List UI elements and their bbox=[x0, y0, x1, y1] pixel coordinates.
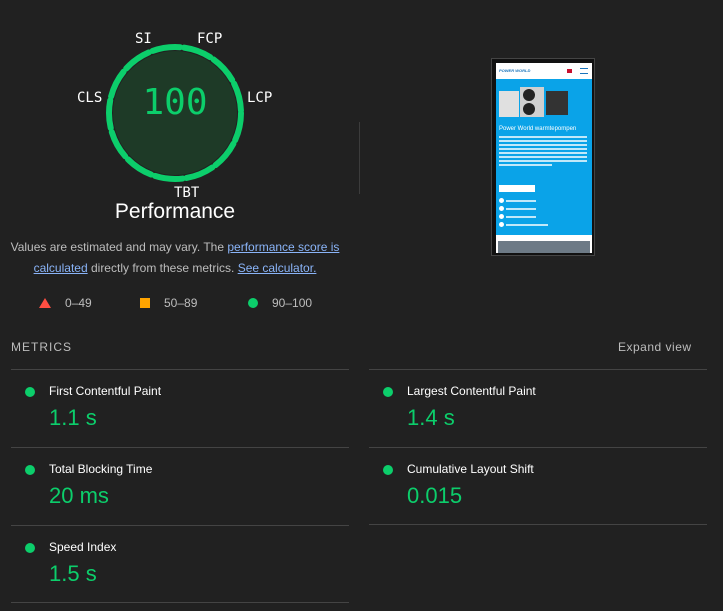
metric-name: Largest Contentful Paint bbox=[407, 384, 536, 398]
text-line bbox=[499, 160, 587, 162]
gauge-label-lcp: LCP bbox=[247, 90, 273, 106]
gauge-score: 100 bbox=[142, 82, 208, 123]
text-line bbox=[506, 199, 536, 202]
pass-status-icon bbox=[25, 387, 35, 397]
heat-pump-image bbox=[499, 91, 519, 117]
flag-icon bbox=[567, 69, 572, 73]
bullet-item bbox=[499, 198, 548, 203]
thumbnail-hero: Power World warmtepompen bbox=[496, 79, 592, 235]
metric-name: Total Blocking Time bbox=[49, 462, 153, 476]
description-text-middle: directly from these metrics. bbox=[87, 261, 238, 275]
pass-status-icon bbox=[25, 543, 35, 553]
text-line bbox=[499, 156, 587, 158]
description-text-start: Values are estimated and may vary. The bbox=[10, 240, 228, 254]
metric-largest-contentful-paint: Largest Contentful Paint 1.4 s bbox=[369, 370, 707, 447]
metric-value: 1.4 s bbox=[407, 405, 455, 430]
gauge-title: Performance bbox=[114, 200, 236, 223]
legend-item-pass: 90–100 bbox=[248, 296, 312, 310]
calculator-link[interactable]: See calculator. bbox=[238, 261, 317, 275]
page-screenshot-thumbnail[interactable]: POWER WORLD Power World warmtepompen bbox=[491, 58, 595, 256]
text-line bbox=[506, 207, 536, 210]
triangle-icon bbox=[39, 298, 51, 308]
text-line bbox=[499, 152, 587, 154]
circle-icon bbox=[248, 298, 258, 308]
bullet-item bbox=[499, 222, 548, 227]
pass-status-icon bbox=[383, 387, 393, 397]
metrics-heading: METRICS bbox=[11, 340, 72, 354]
bullet-item bbox=[499, 214, 548, 219]
text-line bbox=[499, 164, 552, 166]
bullet-item bbox=[499, 206, 548, 211]
legend-range-pass: 90–100 bbox=[272, 296, 313, 310]
vertical-divider bbox=[359, 122, 360, 194]
metric-name: First Contentful Paint bbox=[49, 384, 162, 398]
text-line bbox=[499, 144, 587, 146]
text-line bbox=[499, 140, 587, 142]
metric-speed-index: Speed Index 1.5 s bbox=[11, 526, 349, 602]
legend-item-fail: 0–49 bbox=[39, 296, 92, 310]
thumbnail-page: POWER WORLD Power World warmtepompen bbox=[496, 63, 592, 253]
text-line bbox=[499, 136, 587, 138]
metric-name: Cumulative Layout Shift bbox=[407, 462, 534, 476]
metric-first-contentful-paint: First Contentful Paint 1.1 s bbox=[11, 370, 349, 447]
metric-cumulative-layout-shift: Cumulative Layout Shift 0.015 bbox=[369, 448, 707, 525]
pass-status-icon bbox=[25, 465, 35, 475]
text-line bbox=[506, 223, 548, 226]
thumbnail-logo: POWER WORLD bbox=[499, 68, 531, 73]
text-line bbox=[499, 148, 587, 150]
legend-item-average: 50–89 bbox=[140, 296, 197, 310]
legend-range-fail: 0–49 bbox=[65, 296, 92, 310]
divider bbox=[369, 524, 707, 525]
metric-name: Speed Index bbox=[49, 540, 117, 554]
legend-range-average: 50–89 bbox=[164, 296, 198, 310]
expand-view-button[interactable]: Expand view bbox=[618, 340, 692, 354]
check-icon bbox=[499, 222, 504, 227]
fan-icon bbox=[523, 103, 535, 115]
thumbnail-heading: Power World warmtepompen bbox=[499, 126, 577, 132]
gauge-label-tbt: TBT bbox=[174, 185, 200, 201]
metric-value: 1.5 s bbox=[49, 561, 97, 586]
text-line bbox=[506, 215, 536, 218]
thumbnail-bullets bbox=[499, 198, 548, 230]
check-icon bbox=[499, 198, 504, 203]
gauge-label-si: SI bbox=[135, 31, 152, 47]
divider bbox=[11, 602, 349, 603]
thumbnail-photo bbox=[498, 241, 590, 253]
fan-icon bbox=[523, 89, 535, 101]
square-icon bbox=[140, 298, 150, 308]
performance-gauge-section: 100 SI FCP CLS LCP TBT Performance Value… bbox=[0, 0, 350, 330]
score-description: Values are estimated and may vary. The p… bbox=[10, 237, 340, 279]
pass-status-icon bbox=[383, 465, 393, 475]
metric-value: 20 ms bbox=[49, 483, 109, 508]
heat-pump-image bbox=[546, 91, 568, 115]
metric-value: 0.015 bbox=[407, 483, 463, 508]
check-icon bbox=[499, 206, 504, 211]
menu-icon bbox=[580, 68, 588, 74]
thumbnail-header: POWER WORLD bbox=[496, 63, 592, 79]
metric-total-blocking-time: Total Blocking Time 20 ms bbox=[11, 448, 349, 525]
metric-value: 1.1 s bbox=[49, 405, 97, 430]
thumbnail-button bbox=[499, 185, 535, 192]
thumbnail-paragraph bbox=[499, 136, 587, 168]
check-icon bbox=[499, 214, 504, 219]
gauge-label-fcp: FCP bbox=[197, 31, 223, 47]
gauge-label-cls: CLS bbox=[77, 90, 103, 106]
